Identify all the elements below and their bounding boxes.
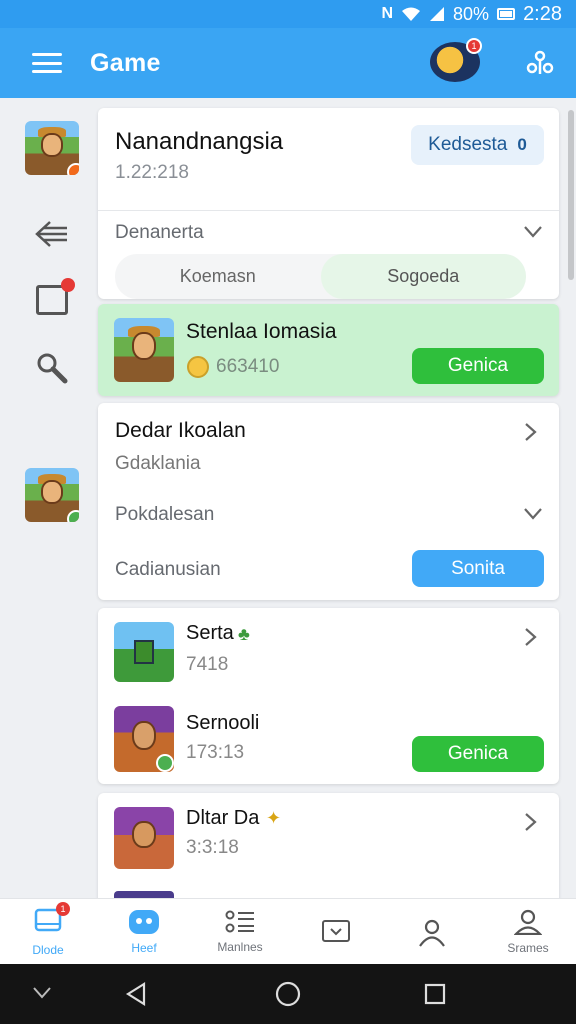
- game-thumbnail[interactable]: [114, 622, 174, 682]
- list-icon: [225, 910, 254, 933]
- coin-value: 663410: [216, 356, 280, 377]
- clock: 2:28: [523, 2, 562, 25]
- chevron-down-icon[interactable]: [523, 225, 543, 239]
- secondary-action-button[interactable]: Sonita: [412, 550, 544, 587]
- sparkle-icon: ✦: [266, 808, 282, 828]
- nav-srames[interactable]: Srames: [480, 899, 576, 965]
- battery-percent: 80%: [453, 3, 490, 24]
- notification-icon[interactable]: [36, 278, 75, 315]
- status-badge: [67, 510, 79, 522]
- recents-icon[interactable]: [424, 983, 446, 1005]
- row-label: Cadianusian: [115, 559, 221, 580]
- status-chip[interactable]: Kedsesta 0: [411, 125, 544, 165]
- divider: [98, 210, 559, 211]
- chat-bot-icon: [129, 910, 159, 934]
- chevron-down-icon[interactable]: [32, 986, 52, 1000]
- highlight-card[interactable]: Stenlaa Iomasia 663410 Genica: [98, 304, 559, 396]
- back-arrow-icon[interactable]: [34, 219, 70, 249]
- chevron-down-icon[interactable]: [523, 507, 543, 521]
- summary-card: Nanandnangsia 1.22:218 Kedsesta 0 Denane…: [98, 108, 559, 299]
- battery-icon: [497, 8, 516, 20]
- menu-icon[interactable]: [32, 53, 62, 73]
- home-icon[interactable]: [275, 981, 301, 1007]
- list-item-title: Serta: [186, 622, 234, 644]
- nav-label: Manlnes: [217, 940, 263, 954]
- nav-label: Dlode: [32, 942, 64, 957]
- alert-badge: [67, 163, 79, 175]
- game-thumbnail[interactable]: [114, 706, 174, 772]
- dropdown-label: Pokdalesan: [115, 504, 215, 525]
- nav-manlnes[interactable]: Manlnes: [192, 899, 288, 965]
- character-icon: [134, 640, 154, 664]
- avatar-badge: 1: [466, 38, 482, 54]
- nav-profile[interactable]: [384, 899, 480, 965]
- game-list-card: Dltar Da ✦ 3:3:18: [98, 793, 559, 913]
- segment-option[interactable]: Koemasn: [115, 254, 321, 299]
- notification-badge: [61, 278, 75, 292]
- system-nav-bar: [0, 964, 576, 1024]
- card-subtitle: Gdaklania: [115, 453, 201, 474]
- chevron-right-icon[interactable]: [524, 422, 538, 442]
- list-item-meta: 3:3:18: [186, 837, 239, 858]
- share-icon[interactable]: [526, 50, 554, 78]
- nfc-icon: N: [381, 5, 394, 22]
- segmented-control: Koemasn Sogoeda: [115, 254, 526, 299]
- bottom-nav: 1 Dlode Heef Manlnes Srames: [0, 898, 576, 964]
- status-bar: N 80% 2:28: [0, 0, 576, 28]
- list-item-meta: 173:13: [186, 742, 245, 763]
- nav-inbox[interactable]: [288, 899, 384, 965]
- account-icon: [514, 909, 542, 935]
- chip-count: 0: [517, 135, 527, 154]
- chevron-right-icon[interactable]: [524, 627, 538, 647]
- search-icon[interactable]: [34, 350, 70, 386]
- nav-heef[interactable]: Heef: [96, 899, 192, 965]
- nav-badge: 1: [56, 901, 70, 916]
- card-title: Dedar Ikoalan: [115, 419, 246, 442]
- nav-label: Heef: [131, 941, 157, 955]
- card-subtitle: 1.22:218: [115, 162, 189, 183]
- game-thumbnail[interactable]: [25, 121, 79, 175]
- game-thumbnail[interactable]: [114, 807, 174, 869]
- details-card: Dedar Ikoalan Gdaklania Pokdalesan Cadia…: [98, 403, 559, 600]
- nav-dlode[interactable]: 1 Dlode: [0, 899, 96, 965]
- signal-icon: [430, 7, 445, 21]
- game-thumbnail: [114, 318, 174, 382]
- back-icon[interactable]: [124, 982, 148, 1006]
- dropdown-label: Denanerta: [115, 222, 204, 243]
- play-button[interactable]: Genica: [412, 736, 544, 772]
- inbox-icon: [322, 920, 350, 942]
- list-item-title: Sernooli: [186, 712, 260, 734]
- avatar[interactable]: 1: [430, 38, 482, 82]
- coin-icon: [187, 356, 209, 378]
- game-list-card: Serta ♣ 7418 Sernooli 173:13 Genica: [98, 608, 559, 784]
- nav-label: Srames: [507, 941, 549, 955]
- game-thumbnail[interactable]: [25, 468, 79, 522]
- page-title: Game: [90, 48, 161, 77]
- list-item-meta: 7418: [186, 654, 229, 675]
- segment-option-selected[interactable]: Sogoeda: [320, 254, 526, 299]
- list-item-title: Dltar Da: [186, 807, 260, 829]
- user-icon: [419, 919, 445, 947]
- card-title: Nanandnangsia: [115, 128, 284, 155]
- wifi-icon: [402, 7, 421, 21]
- plant-icon: ♣: [238, 624, 250, 644]
- primary-action-button[interactable]: Genica: [412, 348, 544, 384]
- chevron-right-icon[interactable]: [524, 812, 538, 832]
- status-badge: [156, 754, 174, 772]
- chip-label: Kedsesta: [428, 134, 508, 155]
- scrollbar[interactable]: [568, 110, 574, 280]
- card-title: Stenlaa Iomasia: [186, 320, 337, 343]
- app-bar: Game 1: [0, 28, 576, 98]
